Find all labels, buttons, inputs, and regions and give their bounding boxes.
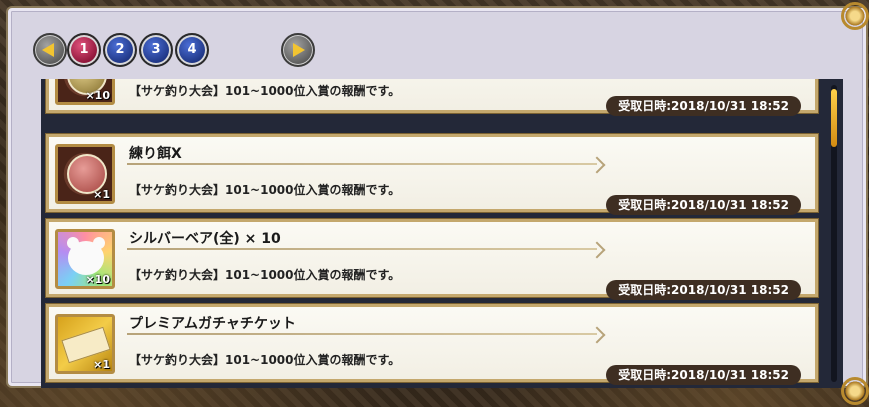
reward-row: ×10 シルバーベア(全) × 10 【サケ釣り大会】101~1000位入賞の報… <box>46 219 818 300</box>
scrollbar[interactable] <box>831 85 837 382</box>
reward-name: シルバーベア(全) × 10 <box>129 231 281 247</box>
reward-row: ×10 【サケ釣り大会】101~1000位入賞の報酬です。 受取日時:2018/… <box>46 79 818 116</box>
arrow-left-icon[interactable] <box>33 33 67 67</box>
reward-description: 【サケ釣り大会】101~1000位入賞の報酬です。 <box>129 353 401 367</box>
gold-coin-icon: ×10 <box>55 79 115 105</box>
arrow-right-icon[interactable] <box>281 33 315 67</box>
scrollbar-thumb[interactable] <box>831 89 837 147</box>
reward-quantity: ×1 <box>93 358 110 371</box>
silver-bear-icon: ×10 <box>55 229 115 289</box>
received-date-badge: 受取日時:2018/10/31 18:52 <box>606 195 801 215</box>
reward-quantity: ×1 <box>93 188 110 201</box>
reward-list[interactable]: ×10 【サケ釣り大会】101~1000位入賞の報酬です。 受取日時:2018/… <box>41 79 843 388</box>
page-button-4[interactable]: 4 <box>175 33 209 67</box>
corner-ornament-icon <box>841 377 869 405</box>
reward-description: 【サケ釣り大会】101~1000位入賞の報酬です。 <box>129 84 401 98</box>
bait-icon: ×1 <box>55 144 115 204</box>
title-underline <box>127 326 606 344</box>
page-button-2[interactable]: 2 <box>103 33 137 67</box>
page-button-1[interactable]: 1 <box>67 33 101 67</box>
reward-row: ×1 プレミアムガチャチケット 【サケ釣り大会】101~1000位入賞の報酬です… <box>46 304 818 385</box>
gacha-ticket-icon: ×1 <box>55 314 115 374</box>
reward-name: プレミアムガチャチケット <box>129 316 296 332</box>
reward-history-panel: 1 2 3 4 ×10 【サケ釣り大会】101~1000位入賞の報酬です。 受取… <box>8 8 866 388</box>
corner-ornament-icon <box>841 2 869 30</box>
received-date-badge: 受取日時:2018/10/31 18:52 <box>606 280 801 300</box>
title-underline <box>127 241 606 259</box>
reward-quantity: ×10 <box>85 89 110 102</box>
reward-quantity: ×10 <box>85 273 110 286</box>
reward-description: 【サケ釣り大会】101~1000位入賞の報酬です。 <box>129 183 401 197</box>
received-date-badge: 受取日時:2018/10/31 18:52 <box>606 365 801 385</box>
reward-name: 練り餌X <box>129 146 182 162</box>
page-button-3[interactable]: 3 <box>139 33 173 67</box>
reward-row: ×1 練り餌X 【サケ釣り大会】101~1000位入賞の報酬です。 受取日時:2… <box>46 134 818 215</box>
received-date-badge: 受取日時:2018/10/31 18:52 <box>606 96 801 116</box>
title-underline <box>127 156 606 174</box>
reward-description: 【サケ釣り大会】101~1000位入賞の報酬です。 <box>129 268 401 282</box>
